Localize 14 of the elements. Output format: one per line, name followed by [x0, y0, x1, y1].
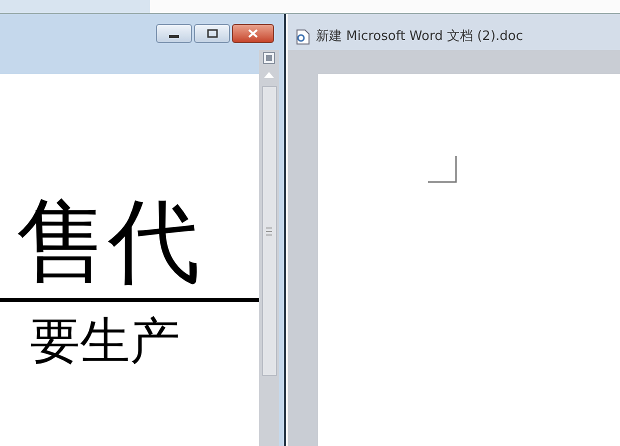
document-text: 要生产	[29, 311, 181, 366]
close-button[interactable]	[232, 24, 274, 42]
maximize-icon	[206, 28, 218, 38]
document-icon	[296, 29, 310, 45]
window-title: 新建 Microsoft Word 文档 (2).doc	[316, 28, 524, 46]
grip-icon	[266, 226, 272, 236]
maximize-button[interactable]	[194, 24, 230, 42]
minimize-button[interactable]	[156, 24, 192, 42]
close-icon	[248, 28, 258, 38]
document-heading: 售代	[15, 187, 201, 288]
split-icon[interactable]	[263, 52, 275, 64]
scroll-thumb[interactable]	[262, 86, 276, 376]
margin-mark-icon	[428, 156, 458, 184]
minimize-icon	[169, 34, 179, 38]
